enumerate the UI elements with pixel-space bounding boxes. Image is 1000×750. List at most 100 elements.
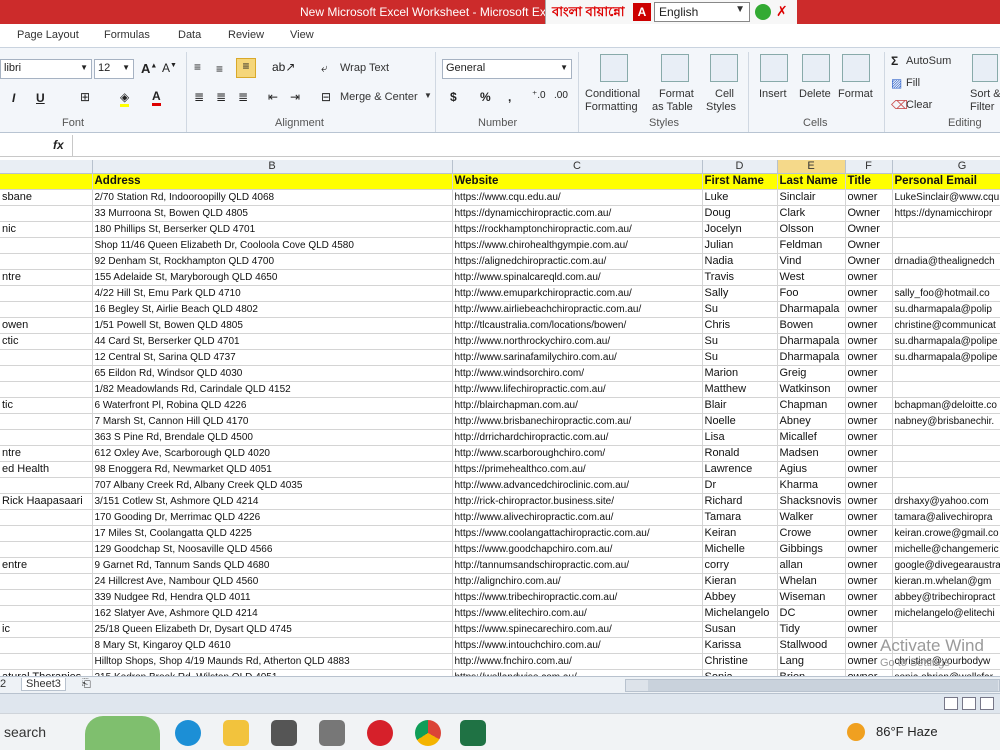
table-cell[interactable]: ctic (0, 333, 93, 350)
table-cell[interactable]: su.dharmapala@polipe (892, 349, 1000, 366)
format-button[interactable]: Format (838, 88, 873, 100)
table-cell[interactable]: Chapman (777, 397, 846, 414)
table-cell[interactable]: Keiran (702, 525, 778, 542)
table-cell[interactable]: atural Therapies (0, 669, 93, 676)
decrease-decimal-icon[interactable]: .00 (554, 90, 568, 101)
table-cell[interactable]: https://www.goodchapchiro.com.au/ (452, 541, 703, 558)
table-cell[interactable]: owner (845, 477, 893, 494)
table-cell[interactable]: Owner (845, 237, 893, 254)
table-cell[interactable]: https://dynamicchiropr (892, 205, 1000, 222)
table-cell[interactable]: 65 Eildon Rd, Windsor QLD 4030 (92, 365, 453, 382)
table-cell[interactable]: http://www.emuparkchiropractic.com.au/ (452, 285, 703, 302)
table-cell[interactable] (892, 381, 1000, 398)
table-cell[interactable]: sonia.obrien@wellsfar (892, 669, 1000, 676)
autosum-button[interactable]: AutoSum (906, 55, 951, 67)
table-cell[interactable]: kieran.m.whelan@gm (892, 573, 1000, 590)
table-cell[interactable]: ntre (0, 445, 93, 462)
table-cell[interactable]: DC (777, 605, 846, 622)
table-cell[interactable] (0, 605, 93, 622)
table-cell[interactable]: owner (845, 461, 893, 478)
table-cell[interactable]: Rick Haapasaari (0, 493, 93, 510)
table-cell[interactable]: Christine (702, 653, 778, 670)
conditional-formatting-label-2[interactable]: Formatting (585, 101, 638, 113)
table-cell[interactable]: su.dharmapala@polipe (892, 333, 1000, 350)
table-cell[interactable]: Stallwood (777, 637, 846, 654)
table-cell[interactable]: http://www.windsorchiro.com/ (452, 365, 703, 382)
column-header[interactable] (0, 160, 93, 174)
table-cell[interactable] (0, 525, 93, 542)
table-cell[interactable]: 4/22 Hill St, Emu Park QLD 4710 (92, 285, 453, 302)
table-cell[interactable]: https://www.spinecarechiro.com.au/ (452, 621, 703, 638)
table-cell[interactable]: owner (845, 285, 893, 302)
table-cell[interactable]: Owner (845, 221, 893, 238)
table-cell[interactable]: 707 Albany Creek Rd, Albany Creek QLD 40… (92, 477, 453, 494)
table-cell[interactable]: Su (702, 301, 778, 318)
table-cell[interactable]: 12 Central St, Sarina QLD 4737 (92, 349, 453, 366)
page-break-view-icon[interactable] (980, 697, 994, 710)
table-cell[interactable] (0, 365, 93, 382)
table-cell[interactable] (892, 429, 1000, 446)
table-cell[interactable]: Feldman (777, 237, 846, 254)
table-cell[interactable]: https://www.elitechiro.com.au/ (452, 605, 703, 622)
column-header[interactable]: F (845, 160, 893, 174)
table-cell[interactable]: Blair (702, 397, 778, 414)
cell-styles-label-1[interactable]: Cell (715, 88, 734, 100)
delete-button[interactable]: Delete (799, 88, 831, 100)
table-cell[interactable]: Lang (777, 653, 846, 670)
page-layout-view-icon[interactable] (962, 697, 976, 710)
table-cell[interactable]: Madsen (777, 445, 846, 462)
table-cell[interactable]: Su (702, 333, 778, 350)
table-cell[interactable]: 92 Denham St, Rockhampton QLD 4700 (92, 253, 453, 270)
table-cell[interactable]: http://alignchiro.com.au/ (452, 573, 703, 590)
table-cell[interactable]: ed Health (0, 461, 93, 478)
tab-view[interactable]: View (290, 29, 314, 41)
table-cell[interactable]: tamara@alivechiropra (892, 509, 1000, 526)
table-cell[interactable]: michelangelo@elitechi (892, 605, 1000, 622)
table-cell[interactable]: http://www.airliebeachchiropractic.com.a… (452, 301, 703, 318)
table-cell[interactable]: owner (845, 621, 893, 638)
table-cell[interactable]: Matthew (702, 381, 778, 398)
table-cell[interactable]: 6 Waterfront Pl, Robina QLD 4226 (92, 397, 453, 414)
table-cell[interactable]: owen (0, 317, 93, 334)
increase-decimal-icon[interactable]: ⁺.0 (532, 90, 546, 101)
table-cell[interactable]: owner (845, 397, 893, 414)
table-cell[interactable] (0, 429, 93, 446)
table-cell[interactable]: Dharmapala (777, 349, 846, 366)
column-header[interactable]: C (452, 160, 703, 174)
file-explorer-icon[interactable] (223, 720, 249, 746)
table-cell[interactable]: Sally (702, 285, 778, 302)
table-cell[interactable]: 170 Gooding Dr, Merrimac QLD 4226 (92, 509, 453, 526)
table-cell[interactable]: http://www.fnchiro.com.au/ (452, 653, 703, 670)
column-header[interactable]: E (777, 160, 846, 174)
table-cell[interactable]: https://wellandwise.com.au/ (452, 669, 703, 676)
table-cell[interactable]: Clark (777, 205, 846, 222)
normal-view-icon[interactable] (944, 697, 958, 710)
table-cell[interactable]: http://blairchapman.com.au/ (452, 397, 703, 414)
header-cell[interactable]: Address (92, 173, 453, 190)
table-cell[interactable]: LukeSinclair@www.cqu (892, 189, 1000, 206)
table-cell[interactable]: owner (845, 493, 893, 510)
mail-icon[interactable] (271, 720, 297, 746)
increase-indent-icon[interactable]: ⇥ (290, 90, 300, 104)
table-cell[interactable]: http://www.advancedchiroclinic.com.au/ (452, 477, 703, 494)
table-cell[interactable] (892, 445, 1000, 462)
table-cell[interactable] (0, 285, 93, 302)
table-cell[interactable]: Shacksnovis (777, 493, 846, 510)
table-cell[interactable]: 339 Nudgee Rd, Hendra QLD 4011 (92, 589, 453, 606)
table-cell[interactable]: bchapman@deloitte.co (892, 397, 1000, 414)
table-cell[interactable] (0, 589, 93, 606)
table-cell[interactable]: 129 Goodchap St, Noosaville QLD 4566 (92, 541, 453, 558)
language-bar[interactable]: বাংলা বায়ান্নো A English ▼ ✗ (545, 0, 797, 24)
taskbar-search[interactable]: search (4, 724, 46, 740)
header-cell[interactable]: Personal Email (892, 173, 1000, 190)
table-cell[interactable]: owner (845, 445, 893, 462)
table-cell[interactable]: https://www.cqu.edu.au/ (452, 189, 703, 206)
underline-icon[interactable]: U (36, 91, 45, 105)
table-cell[interactable]: 180 Phillips St, Berserker QLD 4701 (92, 221, 453, 238)
table-cell[interactable]: owner (845, 509, 893, 526)
table-cell[interactable]: https://alignedchiropractic.com.au/ (452, 253, 703, 270)
table-cell[interactable]: Watkinson (777, 381, 846, 398)
table-cell[interactable]: Doug (702, 205, 778, 222)
table-cell[interactable]: http://tannumsandschiropractic.com.au/ (452, 557, 703, 574)
clear-button[interactable]: Clear (906, 99, 932, 111)
